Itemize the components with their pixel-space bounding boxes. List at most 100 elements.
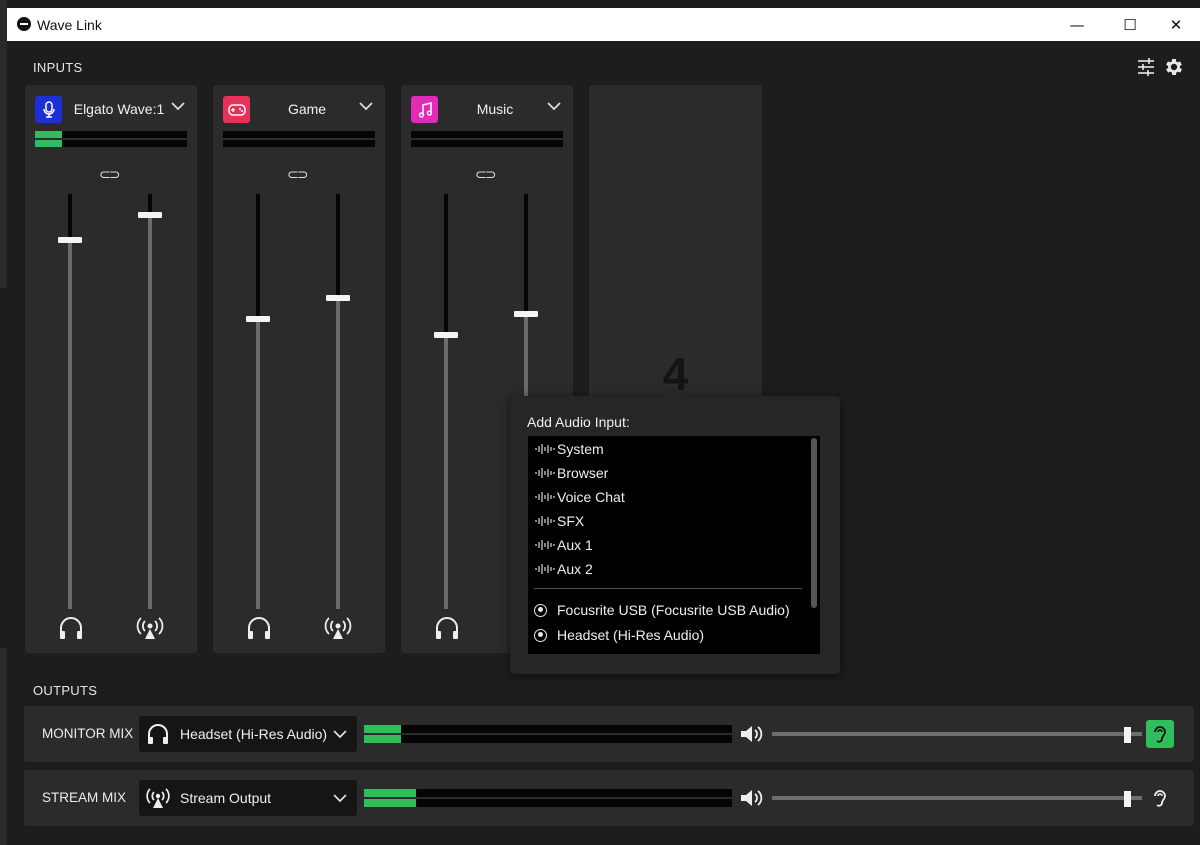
input-option-label: Aux 1 [557,537,593,553]
mixer-settings-icon[interactable] [1136,57,1156,77]
fader-thumb[interactable] [434,332,458,338]
input-option-label: Voice Chat [557,489,625,505]
stream-fader[interactable] [326,194,350,609]
gear-icon[interactable] [1163,56,1185,78]
ear-icon [1154,726,1166,743]
hardware-input-option[interactable]: Headset (Hi-Res Audio) [534,624,704,646]
fader-thumb[interactable] [138,212,162,218]
wave-link-logo-icon [17,17,31,31]
broadcast-icon [324,617,352,639]
output-volume-slider[interactable] [772,791,1142,807]
music-note-icon[interactable] [411,96,438,123]
output-device-name: Headset (Hi-Res Audio) [180,726,328,742]
listen-toggle[interactable] [1146,720,1174,748]
meter-fill-right [35,140,63,147]
input-channel-elgato-wave: Elgato Wave:1 ⊂⊃ [25,85,197,653]
input-option-label: Microphone (Stream Channel Mixer) [557,652,783,654]
title-bar: Wave Link — ☐ ✕ [7,8,1200,41]
chevron-down-icon[interactable] [169,97,187,115]
microphone-icon[interactable] [35,96,62,123]
headphones-icon [248,617,270,639]
input-option[interactable]: Aux 1 [534,534,593,556]
fader-thumb[interactable] [58,237,82,243]
waveform-icon [535,564,555,574]
hardware-input-option[interactable]: Microphone (Stream Channel Mixer) [534,649,783,654]
radio-icon [534,628,547,642]
outputs-section-label: OUTPUTS [33,683,98,698]
output-label: STREAM MIX [42,790,127,805]
channel-name: Music [476,101,514,117]
popup-title: Add Audio Input: [527,414,630,430]
meter-fill-right [364,735,401,743]
headphones-icon [148,724,168,744]
link-faders-icon[interactable]: ⊂⊃ [287,167,309,183]
input-option-label: SFX [557,513,585,529]
chevron-down-icon[interactable] [545,97,563,115]
listen-toggle[interactable] [1146,784,1174,812]
output-device-select[interactable]: Headset (Hi-Res Audio) [139,716,357,752]
stream-fader[interactable] [138,194,162,609]
input-option[interactable]: Aux 2 [534,558,593,580]
slider-thumb[interactable] [1124,727,1131,743]
slider-thumb[interactable] [1124,791,1131,807]
gamepad-icon[interactable] [223,96,250,123]
ear-icon [1154,790,1166,807]
waveform-icon [535,468,555,478]
output-label: MONITOR MIX [42,726,134,741]
fader-thumb[interactable] [514,311,538,317]
list-separator [534,588,802,589]
headphones-icon [436,617,458,639]
level-meter [223,131,375,149]
minimize-button[interactable]: — [1054,8,1100,41]
output-level-meter [364,787,732,809]
output-device-name: Stream Output [180,790,272,806]
close-button[interactable]: ✕ [1153,8,1199,41]
broadcast-icon [146,788,170,808]
fader-thumb[interactable] [246,316,270,322]
input-option[interactable]: Voice Chat [534,486,625,508]
input-option[interactable]: Browser [534,462,608,484]
meter-fill-left [364,725,401,733]
link-faders-icon[interactable]: ⊂⊃ [99,167,121,183]
waveform-icon [535,492,555,502]
level-meter [411,131,563,149]
waveform-icon [535,444,555,454]
input-option-label: Aux 2 [557,561,593,577]
meter-fill-right [364,799,416,807]
broadcast-icon [136,617,164,639]
output-row-monitor-mix: MONITOR MIX Headset (Hi-Res Audio) [24,706,1194,762]
input-option[interactable]: System [534,438,604,460]
output-volume-slider[interactable] [772,727,1142,743]
add-input-slot[interactable]: 4 [589,85,762,400]
add-audio-input-popup: Add Audio Input: System Browser Voice Chat… [510,387,840,674]
chevron-down-icon[interactable] [331,725,349,743]
link-faders-icon[interactable]: ⊂⊃ [475,167,497,183]
input-option-label: Focusrite USB (Focusrite USB Audio) [557,602,790,618]
waveform-icon [535,516,555,526]
radio-icon [534,653,547,654]
input-option[interactable]: SFX [534,510,584,532]
window-title: Wave Link [37,17,102,33]
meter-fill-left [364,789,416,797]
monitor-fader[interactable] [434,194,458,609]
waveform-icon [535,540,555,550]
output-device-select[interactable]: Stream Output [139,780,357,816]
hardware-input-option[interactable]: Focusrite USB (Focusrite USB Audio) [534,599,790,621]
input-option-label: Headset (Hi-Res Audio) [557,627,705,643]
scrollbar[interactable] [811,438,817,608]
input-option-label: System [557,441,604,457]
maximize-button[interactable]: ☐ [1107,8,1153,41]
speaker-volume-icon[interactable] [739,722,765,746]
chevron-down-icon[interactable] [331,789,349,807]
inputs-section-label: INPUTS [33,60,83,75]
radio-icon [534,603,547,617]
fader-thumb[interactable] [326,295,350,301]
channel-name: Elgato Wave:1 [73,101,165,117]
monitor-fader[interactable] [58,194,82,609]
chevron-down-icon[interactable] [357,97,375,115]
input-option-label: Browser [557,465,609,481]
speaker-volume-icon[interactable] [739,786,765,810]
input-channel-game: Game ⊂⊃ [213,85,385,653]
monitor-fader[interactable] [246,194,270,609]
output-level-meter [364,723,732,745]
